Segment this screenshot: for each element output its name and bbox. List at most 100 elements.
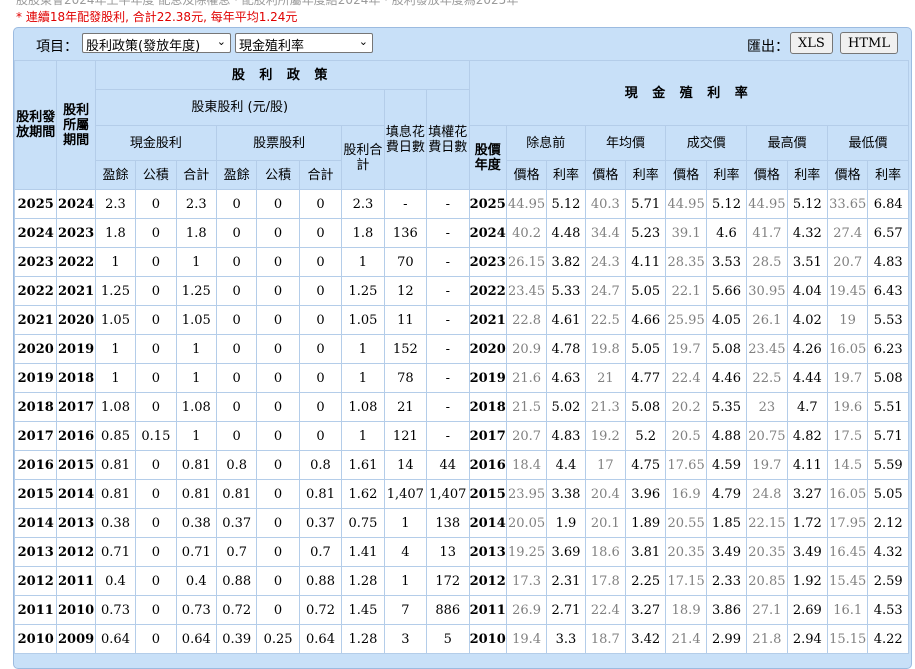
table-cell: 1	[94, 247, 137, 277]
table-cell: 41.7	[746, 218, 788, 248]
dividend-mode-select[interactable]: 股利政策(發放年度) ⌄	[82, 33, 231, 54]
table-cell: 0	[256, 479, 300, 509]
table-cell: 5.35	[705, 392, 748, 422]
table-cell: 25.95	[665, 305, 707, 335]
table-row: 2017 2016 0.85 0.15 1 0 0 0 1 121-2017 20.7 4.83 19.…	[13, 421, 909, 451]
table-cell: 23.45	[746, 334, 788, 364]
table-cell: 22.1	[665, 276, 707, 306]
table-cell: 0	[256, 421, 300, 451]
table-cell: 4.83	[546, 421, 586, 451]
table-cell: 2024	[56, 189, 96, 219]
table-cell: 2019	[56, 334, 96, 364]
table-cell: 0.71	[175, 537, 217, 567]
table-cell: 5.71	[867, 421, 909, 451]
yield-type-select[interactable]: 現金殖利率 ⌄	[235, 33, 373, 54]
table-cell: 0	[256, 218, 300, 248]
table-cell: 1	[341, 334, 385, 364]
table-cell: 0	[256, 537, 300, 567]
table-cell: 2014	[56, 479, 96, 509]
table-cell: 1.85	[705, 508, 748, 538]
table-cell: 0.81	[298, 479, 343, 509]
table-cell: 5.05	[625, 334, 667, 364]
table-cell: 0	[135, 450, 177, 480]
table-cell: 2.31	[546, 566, 586, 596]
table-cell: 70	[383, 247, 428, 277]
table-cell: 0.39	[215, 624, 258, 654]
table-cell: 3.49	[786, 537, 828, 567]
table-cell: 1,407	[383, 479, 428, 509]
header-annual-avg: 年均價	[584, 125, 667, 161]
table-cell: 4.22	[867, 624, 909, 654]
table-cell: 22.8	[505, 305, 548, 335]
table-cell: 2.25	[625, 566, 667, 596]
header-traded-rate: 利率	[705, 160, 748, 190]
export-label: 匯出：	[747, 39, 789, 55]
table-cell: 2020	[468, 334, 507, 364]
table-cell: 3.3	[546, 624, 586, 654]
export-html-button[interactable]: HTML	[840, 32, 898, 54]
table-cell: 4.75	[625, 450, 667, 480]
table-cell: 2010	[13, 624, 58, 654]
table-row: 2015 2014 0.81 0 0.81 0.81 0 0.81 1.62 1,407 1,407…	[13, 479, 909, 509]
table-cell: 2.94	[786, 624, 828, 654]
table-cell: 4.46	[705, 363, 748, 393]
table-cell: 1.8	[341, 218, 385, 248]
table-cell: 0	[135, 392, 177, 422]
export-xls-button[interactable]: XLS	[790, 32, 833, 54]
header-stock-reserve: 公積	[256, 160, 300, 190]
header-low-price: 價格	[826, 160, 869, 190]
table-cell: -	[426, 247, 470, 277]
table-cell: 3.86	[705, 595, 748, 625]
table-cell: 2019	[13, 363, 58, 393]
table-cell: -	[426, 189, 470, 219]
table-cell: 2016	[56, 421, 96, 451]
table-cell: 0.8	[298, 450, 343, 480]
table-cell: 33.65	[826, 189, 869, 219]
table-cell: 24.3	[584, 247, 627, 277]
table-cell: 3.96	[625, 479, 667, 509]
table-cell: 0	[256, 363, 300, 393]
table-cell: 3.51	[786, 247, 828, 277]
header-cash-total: 合計	[175, 160, 217, 190]
table-cell: 21.3	[584, 392, 627, 422]
table-cell: 39.1	[665, 218, 707, 248]
table-cell: 1	[175, 334, 217, 364]
table-cell: 1.92	[786, 566, 828, 596]
table-cell: 5.66	[705, 276, 748, 306]
table-cell: 2018	[13, 392, 58, 422]
table-cell: 5.33	[546, 276, 586, 306]
table-cell: 1	[175, 363, 217, 393]
table-row: 2025 2024 2.3 0 2.3 0 0 0 2.3- -2025 44.95 5.12 40.3…	[13, 189, 909, 219]
table-cell: 19	[826, 305, 869, 335]
table-cell: 2021	[13, 305, 58, 335]
table-cell: 0.81	[215, 479, 258, 509]
table-cell: 20.7	[826, 247, 869, 277]
table-cell: 5.05	[625, 276, 667, 306]
table-cell: 2018	[56, 363, 96, 393]
table-cell: 2017	[13, 421, 58, 451]
table-cell: 44.95	[746, 189, 788, 219]
table-cell: 4.61	[546, 305, 586, 335]
table-cell: 20.55	[665, 508, 707, 538]
table-cell: 2022	[468, 276, 507, 306]
table-cell: -	[426, 421, 470, 451]
table-cell: 2024	[13, 218, 58, 248]
table-cell: 1.9	[546, 508, 586, 538]
table-cell: 1.28	[341, 566, 385, 596]
table-cell: 1.8	[175, 218, 217, 248]
table-cell: 0.81	[175, 450, 217, 480]
table-cell: 1.05	[175, 305, 217, 335]
table-row: 2024 2023 1.8 0 1.8 0 0 0 1.8 136-2024 40.2 4.48 34.…	[13, 218, 909, 248]
table-cell: 20.35	[665, 537, 707, 567]
table-cell: 138	[426, 508, 470, 538]
table-cell: 6.57	[867, 218, 909, 248]
table-cell: 0	[298, 305, 343, 335]
table-cell: 5.71	[625, 189, 667, 219]
table-cell: 22.4	[665, 363, 707, 393]
table-cell: 0.25	[256, 624, 300, 654]
table-cell: 22.15	[746, 508, 788, 538]
table-cell: 0	[135, 247, 177, 277]
table-cell: 0	[215, 189, 258, 219]
header-pre-ex-rate: 利率	[546, 160, 586, 190]
table-cell: 2021	[468, 305, 507, 335]
